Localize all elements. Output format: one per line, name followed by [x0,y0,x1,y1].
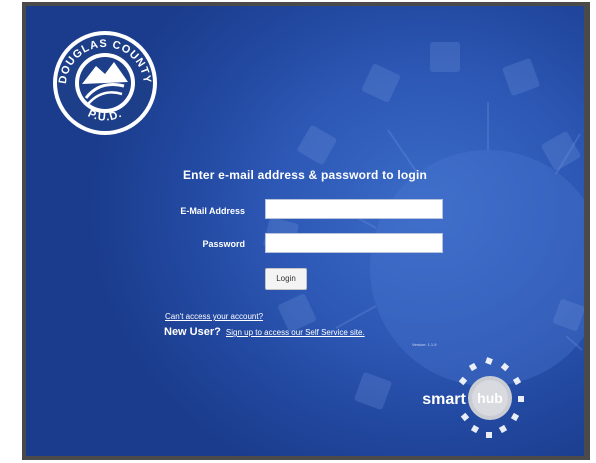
new-user-label: New User? [164,326,221,338]
login-heading: Enter e-mail address & password to login [182,168,428,182]
smart-wordmark: smart [422,391,466,408]
login-button[interactable]: Login [265,268,307,290]
password-label: Password [202,239,245,249]
email-field[interactable] [265,199,443,219]
version-text: Version: 1.1.9 [412,342,437,347]
password-field[interactable] [265,233,443,253]
signup-link[interactable]: Sign up to access our Self Service site. [226,328,365,337]
smarthub-logo: smart hub [422,357,524,438]
douglas-county-pud-logo: DOUGLAS COUNTY P.U.D. [53,31,157,135]
login-panel: DOUGLAS COUNTY P.U.D. Enter e-mail addre… [26,6,584,456]
cant-access-link[interactable]: Can't access your account? [165,312,263,321]
hub-wordmark: hub [477,390,503,406]
email-label: E-Mail Address [180,206,245,216]
new-user-row: New User? Sign up to access our Self Ser… [164,326,365,338]
